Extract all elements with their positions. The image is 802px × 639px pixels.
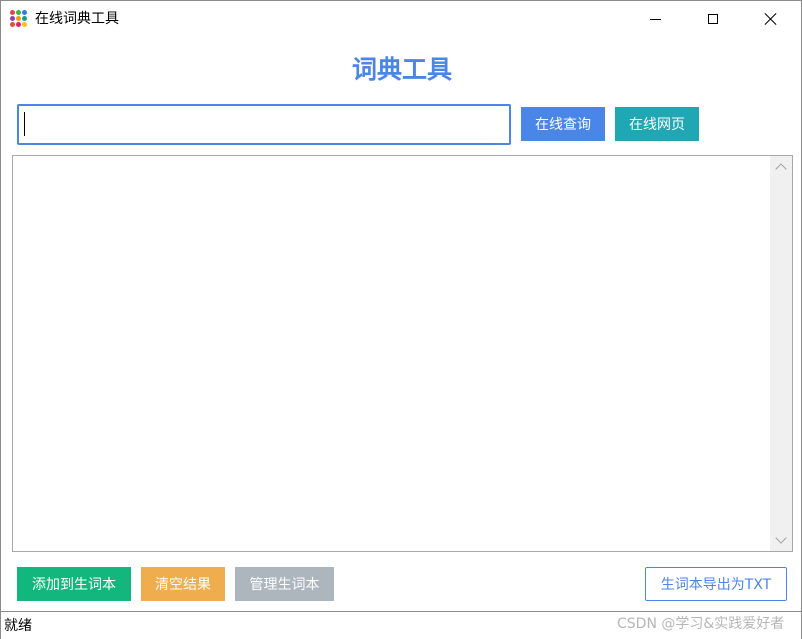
minimize-icon bbox=[649, 18, 661, 20]
dotted-grid-icon bbox=[10, 10, 28, 28]
search-input[interactable] bbox=[17, 104, 511, 145]
online-query-button[interactable]: 在线查询 bbox=[521, 107, 605, 141]
maximize-button[interactable] bbox=[684, 1, 742, 37]
vertical-scrollbar[interactable] bbox=[770, 156, 792, 551]
app-window: 在线词典工具 词典工具 在线查询 在线网页 添加到生词本 清空结果 管理生词本 … bbox=[0, 0, 802, 639]
add-to-vocab-button[interactable]: 添加到生词本 bbox=[17, 567, 131, 601]
scroll-up-button[interactable] bbox=[770, 158, 792, 176]
title-bar[interactable]: 在线词典工具 bbox=[1, 1, 801, 37]
window-title: 在线词典工具 bbox=[35, 11, 119, 27]
maximize-icon bbox=[708, 14, 718, 24]
scroll-down-button[interactable] bbox=[770, 531, 792, 549]
watermark: CSDN @学习&实践爱好者 bbox=[617, 616, 785, 632]
clear-results-button[interactable]: 清空结果 bbox=[141, 567, 225, 601]
chevron-down-icon bbox=[775, 532, 787, 544]
page-title: 词典工具 bbox=[351, 55, 452, 84]
result-textarea[interactable] bbox=[12, 155, 793, 552]
close-icon bbox=[764, 12, 778, 26]
manage-vocab-button[interactable]: 管理生词本 bbox=[235, 567, 334, 601]
status-text: 就绪 bbox=[4, 618, 32, 634]
chevron-up-icon bbox=[775, 163, 787, 175]
export-txt-button[interactable]: 生词本导出为TXT bbox=[645, 567, 787, 601]
text-caret bbox=[24, 112, 25, 136]
minimize-button[interactable] bbox=[626, 1, 684, 37]
online-webpage-button[interactable]: 在线网页 bbox=[615, 107, 699, 141]
close-button[interactable] bbox=[742, 1, 800, 37]
